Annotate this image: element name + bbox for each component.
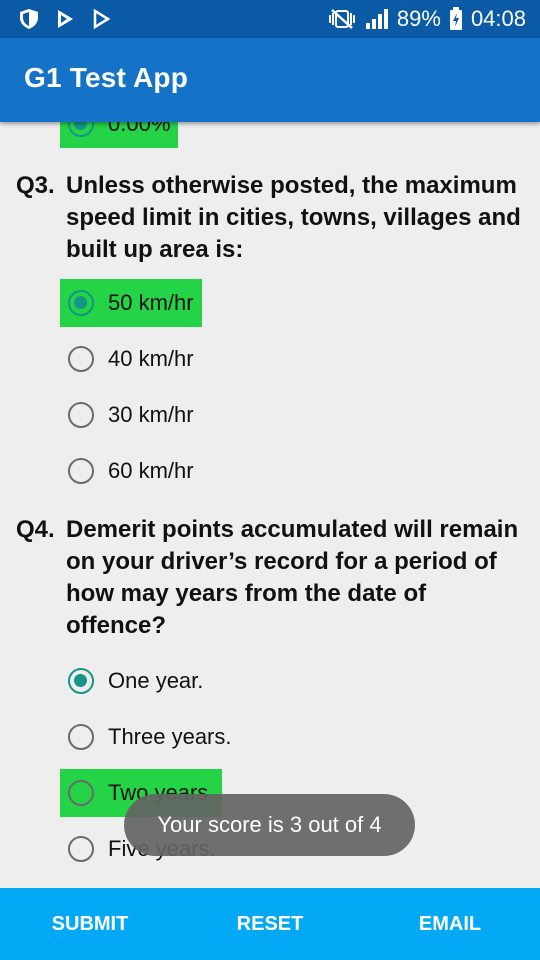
option-label: 50 km/hr <box>108 290 194 315</box>
option-label: Three years. <box>108 724 232 749</box>
radio-button[interactable] <box>68 290 94 316</box>
play-icon <box>93 8 111 30</box>
battery-percent: 89% <box>396 6 441 31</box>
q3-option-3[interactable]: 30 km/hr <box>60 391 202 439</box>
question-number: Q4. <box>16 516 55 543</box>
radio-button[interactable] <box>68 836 94 862</box>
radio-button[interactable] <box>68 724 94 750</box>
clock: 04:08 <box>470 6 526 31</box>
notification-icons <box>18 8 112 30</box>
radio-button[interactable] <box>68 346 94 372</box>
question-number: Q3. <box>16 172 55 199</box>
option-label: 40 km/hr <box>108 346 194 371</box>
submit-button[interactable]: SUBMIT <box>0 913 180 936</box>
q4-option-2[interactable]: Three years. <box>60 713 240 761</box>
play-store-icon <box>58 10 73 28</box>
option-partial[interactable]: 0.00% <box>60 122 179 148</box>
battery-charging-icon <box>449 7 462 30</box>
shield-icon <box>20 9 38 29</box>
app-title: G1 Test App <box>24 62 188 93</box>
question-4: Q4. Demerit points accumulated will rema… <box>16 514 528 642</box>
status-bar: 89% 04:08 <box>0 0 540 38</box>
q3-option-1[interactable]: 50 km/hr <box>60 279 202 327</box>
q4-option-1[interactable]: One year. <box>60 657 211 705</box>
radio-button[interactable] <box>68 122 94 137</box>
option-label: One year. <box>108 668 204 693</box>
quiz-content[interactable]: 0.00% Q3. Unless otherwise posted, the m… <box>0 122 540 888</box>
email-button[interactable]: EMAIL <box>360 913 540 936</box>
bottom-action-bar: SUBMIT RESET EMAIL <box>0 888 540 960</box>
reset-button[interactable]: RESET <box>180 913 360 936</box>
q3-option-2[interactable]: 40 km/hr <box>60 335 202 383</box>
question-text: Unless otherwise posted, the maximum spe… <box>66 172 521 263</box>
radio-button[interactable] <box>68 780 94 806</box>
score-toast: Your score is 3 out of 4 <box>124 794 415 856</box>
radio-button[interactable] <box>68 668 94 694</box>
radio-button[interactable] <box>68 402 94 428</box>
option-label: 0.00% <box>108 122 171 136</box>
question-3: Q3. Unless otherwise posted, the maximum… <box>16 170 528 266</box>
signal-icon <box>365 9 388 29</box>
question-text: Demerit points accumulated will remain o… <box>66 516 519 639</box>
radio-button[interactable] <box>68 458 94 484</box>
system-status: 89% 04:08 <box>327 0 526 38</box>
option-label: 30 km/hr <box>108 402 194 427</box>
mute-vibrate-icon <box>328 9 355 29</box>
app-bar: G1 Test App <box>0 38 540 122</box>
option-label: 60 km/hr <box>108 458 194 483</box>
q3-option-4[interactable]: 60 km/hr <box>60 447 202 495</box>
